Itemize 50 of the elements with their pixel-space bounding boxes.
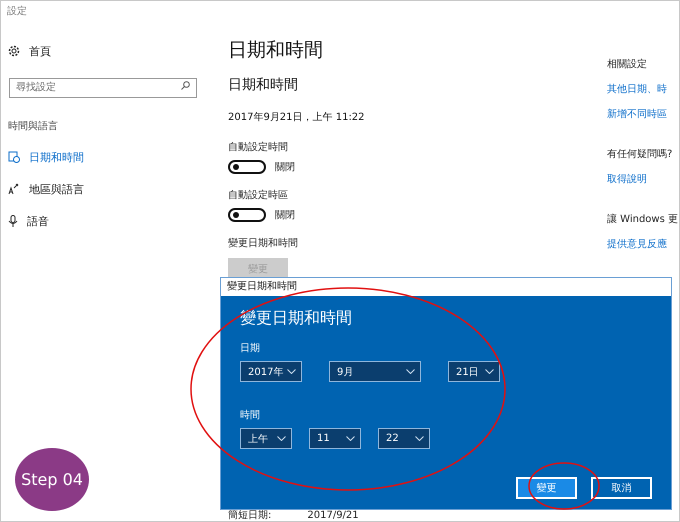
date-dropdown[interactable]: 2017年	[240, 361, 302, 382]
aside-link[interactable]: 其他日期、時	[607, 82, 679, 96]
chevron-down-icon	[346, 436, 355, 441]
dialog-title: 變更日期和時間	[221, 278, 671, 296]
current-datetime: 2017年9月21日，上午 11:22	[228, 110, 366, 124]
dialog-button[interactable]: 取消	[591, 477, 652, 499]
step-badge: Step 04	[15, 448, 89, 511]
short-date-value: 2017/9/21	[307, 511, 359, 521]
toggle-state: 關閉	[275, 161, 295, 174]
nav-item[interactable]: 語音	[8, 211, 213, 231]
nav-item[interactable]: 地區與語言	[8, 179, 213, 199]
settings-icon	[8, 45, 20, 57]
search-icon	[181, 81, 190, 90]
date-dropdown[interactable]: 21日	[448, 361, 500, 382]
toggle-switch[interactable]	[228, 160, 266, 174]
aside-link[interactable]: 取得說明	[607, 172, 679, 186]
toggle-label: 自動設定時區	[228, 188, 289, 202]
date-dropdown[interactable]: 9月	[329, 361, 421, 382]
page-title: 日期和時間	[228, 38, 324, 63]
annotation-ellipse	[528, 462, 600, 510]
language-icon	[8, 183, 20, 195]
time-dropdown[interactable]: 上午	[240, 428, 292, 449]
short-date-label: 簡短日期:	[228, 511, 272, 521]
chevron-down-icon	[277, 436, 286, 441]
window-title: 設定	[6, 4, 28, 19]
calendar-clock-icon	[8, 151, 20, 163]
aside-link[interactable]: 新增不同時區	[607, 107, 679, 121]
aside-heading: 讓 Windows 更	[607, 212, 679, 226]
dialog-button[interactable]: 變更	[516, 477, 577, 499]
toggle-label: 自動設定時間	[228, 140, 289, 154]
nav-item[interactable]: 日期和時間	[8, 147, 213, 167]
time-dropdown[interactable]: 22	[378, 428, 430, 449]
section-heading: 時間與語言	[8, 120, 59, 133]
time-label: 時間	[240, 408, 261, 422]
chevron-down-icon	[406, 369, 415, 374]
home-link[interactable]: 首頁	[8, 41, 213, 61]
toggle-state: 關閉	[275, 209, 295, 222]
chevron-down-icon	[287, 369, 296, 374]
toggle-switch[interactable]	[228, 208, 266, 222]
date-label: 日期	[240, 342, 261, 355]
microphone-icon	[8, 215, 18, 227]
change-label: 變更日期和時間	[228, 236, 299, 250]
chevron-down-icon	[415, 436, 424, 441]
chevron-down-icon	[485, 369, 494, 374]
section-title: 日期和時間	[228, 76, 299, 94]
aside-link[interactable]: 提供意見反應	[607, 237, 679, 251]
search-field[interactable]: 尋找設定	[9, 78, 197, 98]
aside-heading: 相關設定	[607, 58, 648, 71]
aside-heading: 有任何疑問嗎?	[607, 148, 674, 161]
time-dropdown[interactable]: 11	[309, 428, 361, 449]
